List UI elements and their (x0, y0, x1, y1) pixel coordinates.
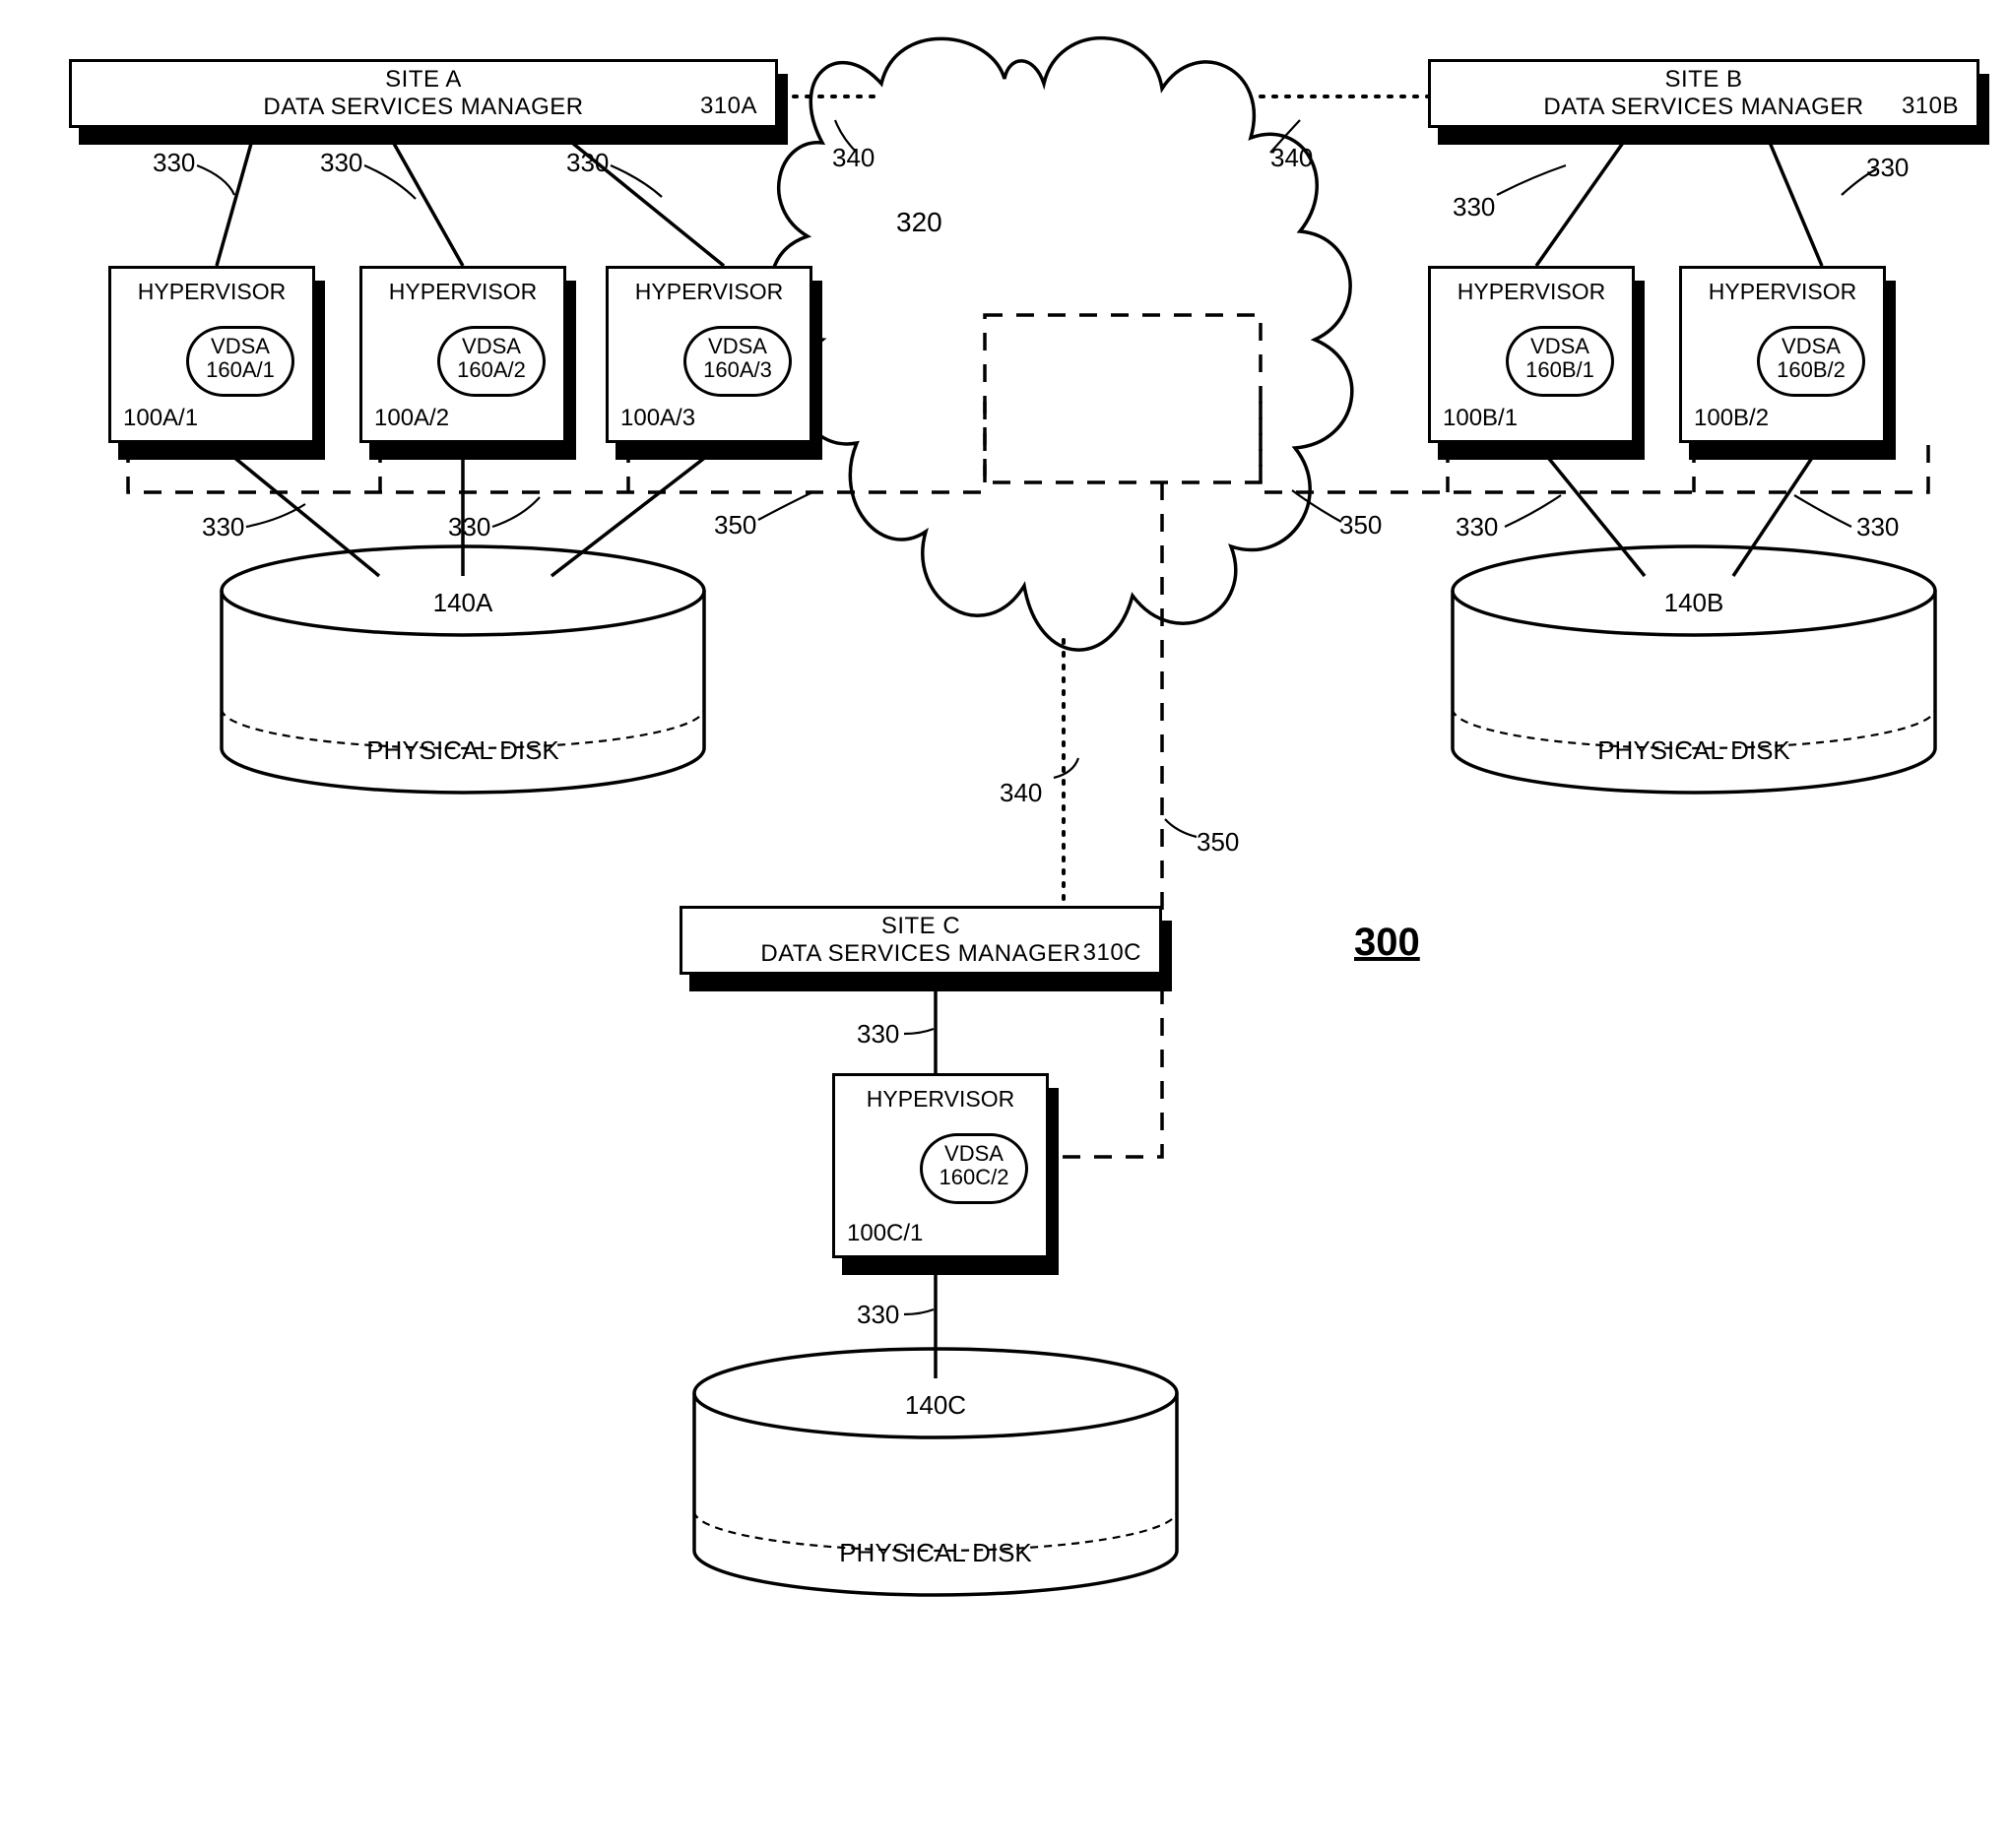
hv-a3-hostref: 100A/3 (620, 405, 695, 432)
hypervisor-a2: HYPERVISOR VDSA 160A/2 100A/2 (359, 266, 566, 443)
label-330-a-bot-2: 330 (448, 512, 490, 542)
hv-b2-vdsa-label: VDSA (1782, 334, 1841, 358)
hv-a1-vdsa-label: VDSA (211, 334, 270, 358)
disk-a: 140A PHYSICAL DISK (222, 566, 704, 788)
hypervisor-c1: HYPERVISOR VDSA 160C/2 100C/1 (832, 1073, 1049, 1258)
hv-b1-hostref: 100B/1 (1443, 405, 1518, 432)
hv-b1-title: HYPERVISOR (1431, 279, 1632, 305)
disk-a-ref: 140A (222, 588, 704, 618)
label-350-3: 350 (1197, 827, 1239, 858)
dsm-c-title1: SITE C (682, 913, 1159, 940)
hv-b1-vdsa-ref: 160B/1 (1525, 357, 1594, 382)
hv-a2-vdsa-ref: 160A/2 (457, 357, 526, 382)
hv-a3-vdsa-ref: 160A/3 (703, 357, 772, 382)
dsm-a-ref: 310A (700, 93, 757, 120)
label-330-b-top-2: 330 (1866, 153, 1909, 183)
label-330-a-bot-1: 330 (202, 512, 244, 542)
disk-c-ref: 140C (694, 1390, 1177, 1421)
label-330-c-2: 330 (857, 1300, 899, 1330)
label-350-2: 350 (1339, 510, 1382, 541)
hv-a3-title: HYPERVISOR (609, 279, 810, 305)
hv-a2-vdsa: VDSA 160A/2 (437, 326, 546, 397)
dsm-c: SITE C DATA SERVICES MANAGER 310C (680, 906, 1162, 975)
dsm-a: SITE A DATA SERVICES MANAGER 310A (69, 59, 778, 128)
label-340-1: 340 (832, 143, 875, 173)
label-330-a-top-2: 330 (320, 148, 362, 178)
hv-a1-title: HYPERVISOR (111, 279, 312, 305)
hv-c1-hostref: 100C/1 (847, 1220, 923, 1247)
label-330-a-top-3: 330 (566, 148, 609, 178)
label-330-a-top-1: 330 (153, 148, 195, 178)
hv-b2-vdsa: VDSA 160B/2 (1757, 326, 1865, 397)
dsm-b: SITE B DATA SERVICES MANAGER 310B (1428, 59, 1979, 128)
hv-c1-vdsa-label: VDSA (944, 1141, 1004, 1166)
diagram-canvas: .solid { stroke:#000; stroke-width:3.5; … (0, 0, 2009, 1848)
hv-b2-vdsa-ref: 160B/2 (1777, 357, 1846, 382)
dsm-b-title1: SITE B (1431, 66, 1977, 94)
hv-a2-vdsa-label: VDSA (462, 334, 521, 358)
disk-c-caption: PHYSICAL DISK (694, 1538, 1177, 1568)
disk-a-caption: PHYSICAL DISK (222, 735, 704, 766)
label-340-2: 340 (1270, 143, 1313, 173)
label-330-b-top-1: 330 (1453, 192, 1495, 223)
dsm-c-ref: 310C (1083, 939, 1141, 967)
hv-c1-vdsa: VDSA 160C/2 (920, 1133, 1028, 1204)
label-330-c-1: 330 (857, 1019, 899, 1050)
label-330-b-bot-1: 330 (1456, 512, 1498, 542)
hv-c1-title: HYPERVISOR (835, 1086, 1046, 1113)
hv-a3-vdsa: VDSA 160A/3 (683, 326, 792, 397)
hv-a1-hostref: 100A/1 (123, 405, 198, 432)
hypervisor-a3: HYPERVISOR VDSA 160A/3 100A/3 (606, 266, 812, 443)
hv-b2-title: HYPERVISOR (1682, 279, 1883, 305)
hv-a3-vdsa-label: VDSA (708, 334, 767, 358)
disk-b: 140B PHYSICAL DISK (1453, 566, 1935, 788)
hypervisor-a1: HYPERVISOR VDSA 160A/1 100A/1 (108, 266, 315, 443)
dsm-a-title2: DATA SERVICES MANAGER (72, 94, 775, 121)
hv-c1-vdsa-ref: 160C/2 (940, 1165, 1009, 1189)
hv-b1-vdsa: VDSA 160B/1 (1506, 326, 1614, 397)
hv-b1-vdsa-label: VDSA (1530, 334, 1589, 358)
label-350-1: 350 (714, 510, 756, 541)
disk-b-ref: 140B (1453, 588, 1935, 618)
dsm-a-title1: SITE A (72, 66, 775, 94)
hypervisor-b2: HYPERVISOR VDSA 160B/2 100B/2 (1679, 266, 1886, 443)
label-330-b-bot-2: 330 (1856, 512, 1899, 542)
figure-ref: 300 (1354, 921, 1420, 965)
dsm-b-title2: DATA SERVICES MANAGER (1431, 94, 1977, 121)
disk-b-caption: PHYSICAL DISK (1453, 735, 1935, 766)
hv-a2-title: HYPERVISOR (362, 279, 563, 305)
hv-a2-hostref: 100A/2 (374, 405, 449, 432)
dsm-b-ref: 310B (1902, 93, 1959, 120)
hv-a1-vdsa: VDSA 160A/1 (186, 326, 294, 397)
label-340-3: 340 (1000, 778, 1042, 808)
hypervisor-b1: HYPERVISOR VDSA 160B/1 100B/1 (1428, 266, 1635, 443)
cloud-ref: 320 (896, 207, 942, 238)
hv-a1-vdsa-ref: 160A/1 (206, 357, 275, 382)
disk-c: 140C PHYSICAL DISK (694, 1369, 1177, 1590)
cloud-icon (771, 38, 1351, 650)
hv-b2-hostref: 100B/2 (1694, 405, 1769, 432)
